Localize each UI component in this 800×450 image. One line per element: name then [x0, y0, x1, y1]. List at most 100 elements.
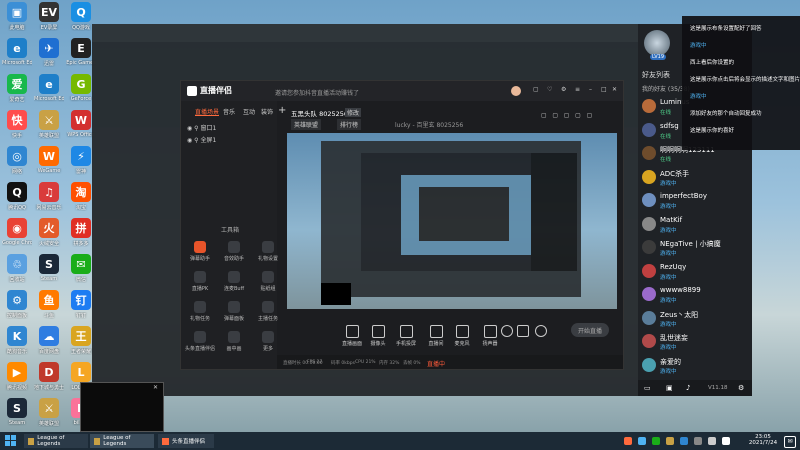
edit-tag[interactable]: 修改 — [345, 108, 362, 117]
view-icon[interactable] — [517, 325, 529, 337]
desktop-icon[interactable]: K 酷狗音乐 — [2, 326, 32, 355]
settings-icon[interactable]: ⚙ — [738, 384, 744, 392]
desktop-icon[interactable]: W WeGame — [34, 146, 64, 174]
desktop-icon[interactable]: EV EV录屏 — [34, 2, 64, 31]
more-icon[interactable]: ≡ — [575, 86, 580, 93]
scene-row-2[interactable]: ◉ ⚲ 全屏1 — [187, 135, 216, 144]
record-icon[interactable] — [501, 325, 513, 337]
friend-item[interactable]: ADC杀手 游戏中 — [638, 167, 752, 189]
floating-preview-window[interactable]: ✕ — [80, 382, 164, 432]
friend-item[interactable]: NEgaTive | 小搞魔 游戏中 — [638, 237, 752, 259]
desktop-icon[interactable]: S Steam — [2, 398, 32, 426]
tool-label: 主播任务 — [257, 316, 278, 322]
monitor-icon[interactable]: ▣ — [666, 384, 673, 392]
bottom-control-button[interactable]: 直播画面 — [341, 325, 363, 347]
desktop-icon[interactable]: e Microsoft Edge — [34, 74, 64, 102]
friend-avatar — [642, 99, 656, 113]
tool-button[interactable]: 礼物设置 — [243, 241, 293, 262]
header-tools[interactable]: ▢ ▢ ▢ ▢ ▢ — [541, 112, 592, 119]
bottom-control-button[interactable]: 扬声器 — [479, 325, 501, 347]
gear-icon[interactable] — [535, 325, 547, 337]
desktop-icon[interactable]: S Steam — [34, 254, 64, 282]
tray-icon[interactable] — [666, 437, 674, 445]
desktop-icon[interactable]: e Microsoft Edge — [2, 38, 32, 66]
desktop-icon[interactable]: ⚔ 英雄联盟 — [34, 110, 64, 139]
desktop-icon-label: 百度网盘 — [38, 349, 59, 355]
tab-decor[interactable]: 装饰 — [261, 107, 273, 116]
tag-game[interactable]: 英雄联盟 — [291, 119, 322, 130]
desktop-icon-label: Microsoft Edge — [2, 60, 32, 66]
desktop-icon[interactable]: 鱼斗鱼 — [34, 290, 64, 319]
chat-icon[interactable]: ▭ — [644, 384, 651, 392]
control-label: 直播间 — [428, 341, 444, 347]
start-live-button[interactable]: 开始直播 — [571, 323, 609, 337]
tray-icon[interactable] — [652, 437, 660, 445]
tab-interact[interactable]: 互动 — [243, 107, 255, 116]
friend-item[interactable]: 亲爱的 游戏中 — [638, 355, 752, 377]
taskbar-lol-1[interactable]: League of Legends — [24, 434, 88, 448]
avatar[interactable] — [511, 86, 521, 96]
scene-row-1[interactable]: ◉ ⚲ 窗口1 — [187, 123, 216, 132]
friend-item[interactable]: 乱世迷妄 游戏中 — [638, 331, 752, 353]
tool-button[interactable]: 贴纸组 — [243, 271, 293, 292]
desktop-icon[interactable]: ◎ 网络 — [2, 146, 32, 175]
tray-icon[interactable] — [708, 437, 716, 445]
desktop-icon-label: 腾讯QQ — [8, 205, 26, 211]
desktop-icon[interactable]: ▣ 此电脑 — [2, 2, 32, 31]
notice-text[interactable]: 邀请您参加抖音直播活动赚钱了 — [275, 88, 359, 97]
desktop-icon-label: 快手 — [11, 133, 22, 139]
friend-avatar — [642, 310, 656, 325]
taskbar-lol-2[interactable]: League of Legends — [90, 434, 154, 448]
bottom-control-button[interactable]: 直播间 — [425, 325, 447, 347]
tool-icon — [194, 241, 206, 253]
desktop-icon-label: 酷狗音乐 — [6, 349, 27, 355]
tray-icon[interactable] — [638, 437, 646, 445]
tray-icon[interactable] — [624, 437, 632, 445]
desktop-icon[interactable]: ◉ Google Chrome — [2, 218, 32, 246]
desktop-icon[interactable]: ☁ 百度网盘 — [34, 326, 64, 355]
gift-icon[interactable]: ♡ — [547, 86, 552, 93]
desktop-icon[interactable]: ⚙ 控制面板 — [2, 290, 32, 319]
desktop-icon[interactable]: ⚔ 英雄联盟 — [34, 398, 64, 427]
clock[interactable]: 23:05 2021/7/24 — [748, 434, 778, 446]
tool-button[interactable]: 主播任务 — [243, 301, 293, 322]
desktop-icon[interactable]: ♲ 回收站 — [2, 254, 32, 283]
taskbar-stream-app[interactable]: 头条直播伴侣 — [158, 434, 214, 448]
friend-item[interactable]: RezUqy 游戏中 — [638, 261, 752, 283]
bottom-control-button[interactable]: 麦克风 — [451, 325, 473, 347]
tray-icon[interactable] — [694, 437, 702, 445]
maximize-icon[interactable]: □ — [601, 86, 607, 93]
desktop-icon[interactable]: Q 腾讯QQ — [2, 182, 32, 211]
desktop-icon[interactable]: 快快手 — [2, 110, 32, 139]
desktop-icon[interactable]: ✈ 迅雷 — [34, 38, 64, 67]
settings-icon[interactable]: ⚙ — [561, 86, 566, 93]
close-icon[interactable]: ✕ — [153, 384, 158, 391]
menu-icon[interactable]: ▢ — [533, 86, 539, 93]
desktop-icon[interactable]: 火火绒安全 — [34, 218, 64, 247]
close-icon[interactable]: ✕ — [612, 86, 617, 93]
desktop-icon[interactable]: 爱爱奇艺 — [2, 74, 32, 103]
tray-icon[interactable] — [722, 437, 730, 445]
preview-canvas[interactable] — [287, 133, 617, 309]
bottom-control-button[interactable]: 手机投屏 — [395, 325, 417, 347]
tab-music[interactable]: 音乐 — [223, 107, 235, 116]
tool-button[interactable]: 更多 — [243, 331, 293, 352]
friend-item[interactable]: imperfectBoy 游戏中 — [638, 190, 752, 212]
bottom-control-button[interactable]: 摄像头 — [367, 325, 389, 347]
desktop-icon[interactable]: ▶ 腾讯视频 — [2, 362, 32, 391]
friend-item[interactable]: wwww8899 游戏中 — [638, 284, 752, 306]
stream-app-icon — [162, 437, 169, 445]
minimize-icon[interactable]: – — [589, 86, 592, 93]
user-avatar[interactable] — [644, 30, 670, 56]
start-icon[interactable] — [5, 435, 16, 446]
add-scene-icon[interactable]: + — [278, 105, 286, 116]
tag-rank[interactable]: 排行榜 — [337, 119, 362, 130]
tray-icon[interactable] — [680, 437, 688, 445]
friend-item[interactable]: Zeus丶太阳 游戏中 — [638, 308, 752, 330]
friend-item[interactable]: MatKif 游戏中 — [638, 214, 752, 236]
notification-center-icon[interactable]: ✉ — [784, 436, 796, 448]
desktop-icon[interactable]: ♫ 网易云音乐 — [34, 182, 64, 211]
mic-icon[interactable]: ♪ — [686, 384, 690, 392]
desktop-icon[interactable]: D 地下城与勇士 — [34, 362, 64, 391]
app-icon: Q — [7, 182, 27, 202]
